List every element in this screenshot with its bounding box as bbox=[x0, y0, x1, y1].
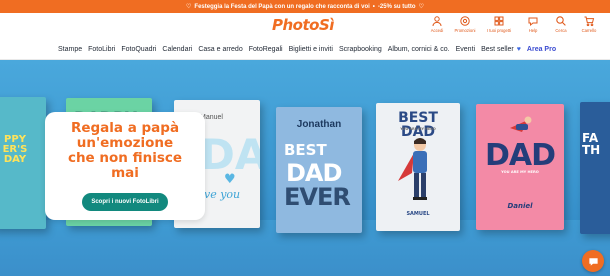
cover-name: SAMUEL bbox=[406, 211, 430, 217]
cover-name: Daniel bbox=[507, 202, 533, 210]
cover-text: FA TH bbox=[582, 131, 601, 157]
discover-photobooks-button[interactable]: Scopri i nuovi FotoLibri bbox=[82, 193, 168, 211]
nav-item-fotoquadri[interactable]: FotoQuadri bbox=[118, 46, 159, 53]
nav-item-best-seller[interactable]: Best seller bbox=[478, 46, 517, 53]
chat-button[interactable] bbox=[582, 250, 604, 272]
photobook-cover: FA TH bbox=[580, 102, 610, 234]
promo-offer: -25% su tutto bbox=[377, 3, 416, 10]
heart-icon: ♡ bbox=[418, 4, 424, 10]
main-nav: Stampe FotoLibri FotoQuadri Calendari Ca… bbox=[0, 40, 610, 58]
cart-button[interactable]: Carrello bbox=[578, 15, 600, 33]
heart-icon: ♥ bbox=[516, 45, 521, 53]
nav-item-eventi[interactable]: Eventi bbox=[453, 46, 478, 53]
help-icon bbox=[528, 17, 538, 27]
nav-item-biglietti[interactable]: Biglietti e inviti bbox=[286, 46, 336, 53]
hero-title: Regala a papà un'emozione che non finisc… bbox=[67, 120, 183, 181]
promo-separator: • bbox=[372, 3, 375, 10]
help-label: Help bbox=[528, 28, 538, 33]
chat-icon bbox=[588, 257, 598, 266]
nav-item-scrapbooking[interactable]: Scrapbooking bbox=[336, 46, 385, 53]
site-header: PhotoSì Accedi Promozioni I tuoi progett… bbox=[0, 13, 610, 37]
cover-text: EVER bbox=[284, 183, 351, 211]
promo-text: Festeggia la Festa del Papà con un regal… bbox=[194, 3, 370, 10]
search-button[interactable]: Cerca bbox=[550, 15, 572, 33]
help-button[interactable]: Help bbox=[522, 15, 544, 33]
account-label: Accedi bbox=[430, 28, 444, 33]
promotions-button[interactable]: Promozioni bbox=[454, 15, 476, 33]
nav-item-fotoregali[interactable]: FotoRegali bbox=[246, 46, 286, 53]
header-actions: Accedi Promozioni I tuoi progetti Help C… bbox=[426, 15, 600, 33]
cart-label: Carrello bbox=[581, 28, 597, 33]
nav-item-casa-arredo[interactable]: Casa e arredo bbox=[195, 46, 245, 53]
promotions-label: Promozioni bbox=[454, 28, 476, 33]
superhero-dad-illustration bbox=[510, 116, 532, 132]
cover-text: BEST bbox=[284, 141, 327, 159]
cover-subtitle: YOU ARE MY HERO bbox=[400, 127, 436, 131]
nav-item-album[interactable]: Album, cornici & co. bbox=[385, 46, 453, 53]
photobook-cover: DAD YOU ARE MY HERO Daniel bbox=[476, 104, 564, 230]
promo-bar[interactable]: ♡ Festeggia la Festa del Papà con un reg… bbox=[0, 0, 610, 13]
projects-icon bbox=[494, 16, 504, 26]
heart-icon: ♡ bbox=[186, 4, 192, 10]
search-icon bbox=[556, 16, 566, 26]
account-button[interactable]: Accedi bbox=[426, 15, 448, 33]
hero-callout-card: Regala a papà un'emozione che non finisc… bbox=[45, 112, 205, 220]
projects-button[interactable]: I tuoi progetti bbox=[482, 15, 516, 33]
photobook-cover: BEST DAD YOU ARE MY HERO SAMUEL bbox=[376, 103, 460, 231]
cart-icon bbox=[584, 16, 595, 27]
nav-item-area-pro[interactable]: Area Pro bbox=[524, 46, 559, 53]
cover-text: ve you bbox=[204, 188, 241, 201]
cover-text: PPY ER'S DAY bbox=[2, 134, 28, 165]
projects-label: I tuoi progetti bbox=[486, 28, 512, 33]
photobook-cover: PPY ER'S DAY bbox=[0, 97, 46, 229]
logo[interactable]: PhotoSì bbox=[272, 16, 334, 34]
cover-subtitle: YOU ARE MY HERO bbox=[501, 170, 539, 174]
photobook-cover: Jonathan BEST DAD EVER bbox=[276, 107, 362, 233]
user-icon bbox=[432, 16, 442, 27]
superhero-dad-illustration bbox=[398, 138, 427, 200]
cover-name: Jonathan bbox=[296, 119, 342, 130]
gear-badge-icon bbox=[460, 16, 470, 26]
nav-item-calendari[interactable]: Calendari bbox=[159, 46, 195, 53]
heart-icon: ♥ bbox=[224, 172, 236, 187]
search-label: Cerca bbox=[555, 28, 567, 33]
nav-item-stampe[interactable]: Stampe bbox=[55, 46, 85, 53]
nav-item-fotolibri[interactable]: FotoLibri bbox=[85, 46, 118, 53]
cover-text: DAD bbox=[484, 138, 556, 173]
